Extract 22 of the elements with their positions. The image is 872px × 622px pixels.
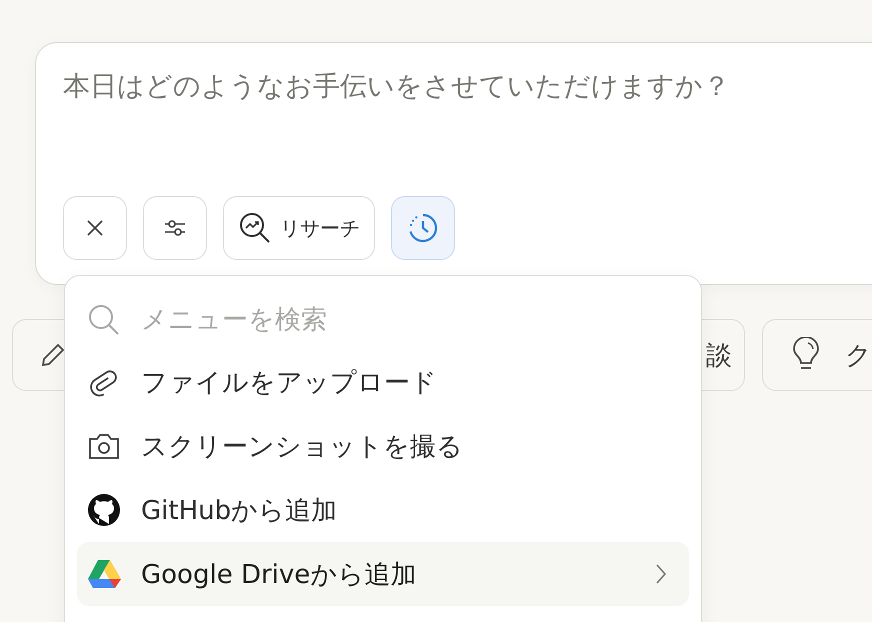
menu-item[interactable]: ファイルをアップロード [77,350,689,414]
search-icon [87,303,121,337]
pencil-icon [39,341,67,369]
menu-item-label: ファイルをアップロード [141,366,438,400]
settings-button[interactable] [143,196,207,260]
triangle-logo-icon [87,559,121,589]
menu-item[interactable]: GitHubから追加 [77,478,689,542]
history-button[interactable] [391,196,455,260]
research-button[interactable]: リサーチ [223,196,375,260]
cat-silhouette-icon [87,493,121,527]
menu-item-label: スクリーンショットを撮る [141,430,464,464]
clock-icon [407,212,439,244]
menu-item-label: Google Driveから追加 [141,558,418,592]
chevron-right-icon [655,563,667,585]
menu-item[interactable]: Google Driveから追加 [77,542,689,606]
close-icon [85,218,105,238]
menu-search-field[interactable]: メニューを検索 [139,304,543,336]
prompt-field[interactable]: 本日はどのようなお手伝いをさせていただけますか？ [63,67,863,106]
menu-item-label: GitHubから追加 [141,494,338,528]
menu-item[interactable]: スクリーンショットを撮る [77,414,689,478]
research-icon [238,211,272,245]
suggestion-chip[interactable]: ク [762,319,872,391]
